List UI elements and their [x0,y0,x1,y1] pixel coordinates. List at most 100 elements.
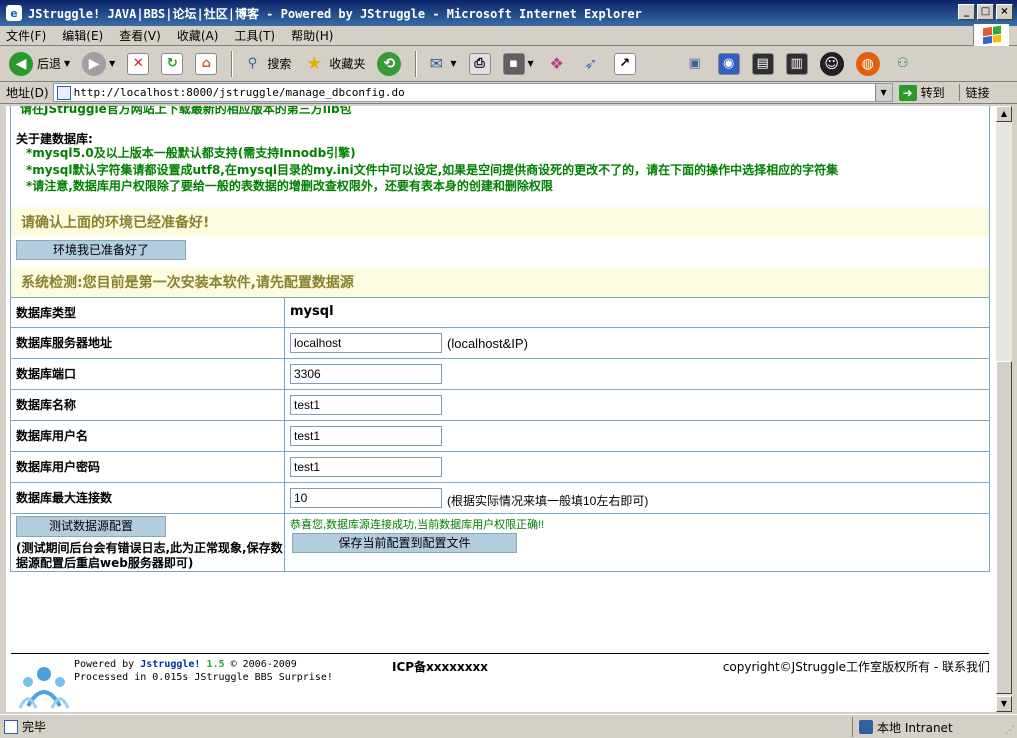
edit-button[interactable]: ▪ ▼ [500,50,537,78]
row-divider [11,482,989,483]
links-button[interactable]: 链接 [958,84,990,101]
tool-button-3[interactable]: ▤ [749,50,777,78]
back-label: 后退 [37,57,62,71]
db-maxconn-input[interactable]: 10 [290,488,442,508]
tool-button-4[interactable]: ▥ [783,50,811,78]
scroll-down-icon[interactable]: ▼ [996,696,1012,712]
maximize-button[interactable]: □ [977,4,994,20]
orange-app-icon: ◍ [855,51,880,76]
processed-time: Processed in 0.015s JStruggle BBS Surpri… [74,672,333,683]
menu-favorites[interactable]: 收藏(A) [177,27,219,44]
home-icon: ⌂ [195,52,218,75]
minimize-button[interactable]: _ [958,4,975,20]
windows-logo-icon [973,24,1009,46]
discuss-button[interactable]: ❖ [543,50,571,78]
mail-button[interactable]: ✉ ▼ [422,50,459,78]
db-type-value: mysql [290,304,334,319]
version-number: 1.5 [206,659,225,670]
stop-icon: ✕ [127,52,150,75]
security-zone: 本地 Intranet [852,717,953,737]
row-divider [11,358,989,359]
confirm-env-heading: 请确认上面的环境已经准备好! [11,207,989,237]
print-button[interactable]: ⎙ [466,50,494,78]
menu-help[interactable]: 帮助(H) [291,27,333,44]
window-title: JStruggle! JAVA|BBS|论坛|社区|博客 - Powered b… [28,6,642,21]
star-icon: ★ [306,53,323,74]
ie-app-icon: e [6,5,22,21]
powered-prefix: Powered by [74,659,135,670]
window-titlebar[interactable]: e JStruggle! JAVA|BBS|论坛|社区|博客 - Powered… [0,0,1017,26]
resize-grip-icon[interactable]: ⋰ [1005,725,1015,736]
test-datasource-note: (测试期间后台会有错误日志,此为正常现象,保存数据源配置后重启web服务器即可) [16,541,283,570]
brand-link[interactable]: Jstruggle! [140,659,200,670]
qq-penguin-icon: ☺ [819,51,844,76]
footer-divider [11,653,989,654]
back-arrow-icon: ◀ [9,51,33,76]
menu-file[interactable]: 文件(F) [6,27,46,44]
history-button[interactable]: ⟲ [374,50,404,78]
disk-alt-icon: ▥ [785,52,808,75]
db-server-label: 数据库服务器地址 [16,336,113,350]
address-url: http://localhost:8000/jstruggle/manage_d… [73,86,405,99]
qq-button[interactable]: ☺ [817,50,847,78]
db-password-input[interactable]: test1 [290,457,442,477]
search-button[interactable]: ⚲ 搜索 [238,50,294,78]
tool-button-2[interactable]: ◉ [715,50,743,78]
tool-button-1[interactable]: ▣ [681,50,709,78]
close-button[interactable]: × [996,4,1013,20]
scroll-up-icon[interactable]: ▲ [996,106,1012,122]
vertical-scrollbar[interactable]: ▲ ▼ [996,106,1012,712]
toolbar-separator [231,50,234,77]
row-divider [11,420,989,421]
home-button[interactable]: ⌂ [192,50,220,78]
zone-label: 本地 Intranet [877,720,953,735]
chevron-down-icon[interactable]: ▼ [109,59,115,68]
db-maxconn-hint: (根据实际情况来填一般填10左右即可) [447,494,649,508]
menu-edit[interactable]: 编辑(E) [62,27,103,44]
chevron-down-icon[interactable]: ▼ [528,59,534,68]
intranet-icon [859,720,873,734]
page-icon [56,85,71,100]
db-port-input[interactable]: 3306 [290,364,442,384]
menu-tools[interactable]: 工具(T) [234,27,275,44]
column-divider [284,297,285,571]
tool-button-5[interactable]: ◍ [853,50,883,78]
lib-download-note: 请在JStruggle官方网站上下载最新的相应版本的第三方lib包 [20,106,352,116]
menu-bar: 文件(F) 编辑(E) 查看(V) 收藏(A) 工具(T) 帮助(H) [0,26,1017,46]
address-bar: 地址(D) http://localhost:8000/jstruggle/ma… [0,82,1017,104]
address-label: 地址(D) [6,86,49,100]
db-server-input[interactable]: localhost [290,333,442,353]
discuss-icon: ❖ [549,54,564,73]
db-name-input[interactable]: test1 [290,395,442,415]
tool-button-6[interactable]: ⚇ [889,50,917,78]
refresh-icon: ↻ [161,52,184,75]
chevron-down-icon[interactable]: ▼ [64,59,70,68]
copyright-text[interactable]: copyright©JStruggle工作室版权所有 - 联系我们 [723,658,990,675]
db-note-mysql-version: *mysql5.0及以上版本一般默认都支持(需支持Innodb引擎) [26,146,356,160]
stop-button[interactable]: ✕ [124,50,152,78]
connection-success-message: 恭喜您,数据库源连接成功,当前数据库用户权限正确!! [290,519,545,531]
test-datasource-button[interactable]: 测试数据源配置 [16,516,166,537]
toolbox-icon: ▣ [688,56,701,71]
save-config-button[interactable]: 保存当前配置到配置文件 [292,533,517,553]
status-text: 完毕 [22,720,47,734]
menu-view[interactable]: 查看(V) [119,27,161,44]
chevron-down-icon[interactable]: ▼ [450,59,456,68]
chevron-down-icon[interactable]: ▼ [874,84,892,101]
research-button[interactable]: ↗ [611,50,639,78]
messenger-button[interactable]: ➶ [577,50,605,78]
db-user-input[interactable]: test1 [290,426,442,446]
forward-button[interactable]: ▶ ▼ [79,50,118,78]
env-ready-button[interactable]: 环境我已准备好了 [16,240,186,260]
scroll-thumb[interactable] [996,361,1012,694]
go-arrow-icon: ➜ [898,84,917,101]
address-input[interactable]: http://localhost:8000/jstruggle/manage_d… [52,83,893,102]
back-button[interactable]: ◀ 后退 ▼ [6,50,73,78]
favorites-button[interactable]: ★ 收藏夹 [300,50,368,78]
refresh-button[interactable]: ↻ [158,50,186,78]
go-button[interactable]: ➜ 转到 [898,84,945,101]
toolbar: ◀ 后退 ▼ ▶ ▼ ✕ ↻ ⌂ ⚲ 搜索 ★ 收藏夹 ⟲ ✉ ▼ ⎙ ▪ ▼ … [0,46,1017,82]
copyright-years: © 2006-2009 [230,659,297,670]
row-divider [11,513,989,514]
favorites-label: 收藏夹 [329,57,366,71]
